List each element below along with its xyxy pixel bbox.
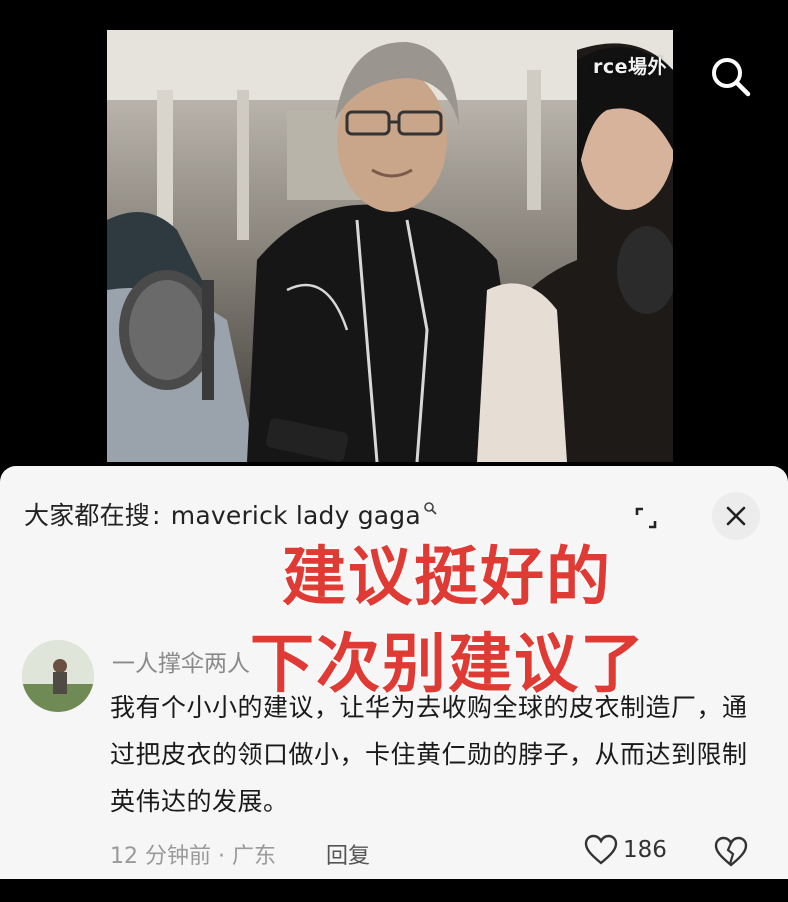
expand-button[interactable] — [624, 496, 668, 540]
close-button[interactable] — [712, 492, 760, 540]
expand-icon — [635, 507, 657, 529]
close-icon — [726, 506, 746, 526]
small-search-icon — [424, 502, 437, 515]
heart-icon — [584, 834, 618, 865]
like-count: 186 — [623, 837, 667, 863]
search-icon — [712, 58, 751, 97]
trending-separator: : — [152, 501, 161, 530]
avatar[interactable] — [22, 640, 94, 712]
video-still — [107, 30, 673, 462]
reply-button[interactable]: 回复 — [326, 838, 370, 870]
overlay-caption-line1: 建议挺好的 — [282, 541, 612, 615]
dislike-button[interactable] — [714, 835, 748, 869]
comment-meta: 12 分钟前 · 广东 — [110, 844, 276, 869]
bottom-strip — [0, 879, 788, 902]
comment-text: 我有个小小的建议，让华为去收购全球的皮衣制造厂，通过把皮衣的领口做小，卡住黄仁勋… — [110, 693, 748, 816]
comment-panel: 大家都在搜: maverick lady gaga 建议挺好的 下次别建议了 一… — [0, 466, 788, 879]
comment-username[interactable]: 一人撑伞两人 — [112, 644, 250, 678]
search-button[interactable] — [706, 52, 754, 100]
avatar-image — [22, 640, 94, 712]
like-button[interactable]: 186 — [584, 834, 667, 866]
broken-heart-icon — [714, 836, 748, 867]
trending-label: 大家都在搜 — [24, 501, 151, 530]
video-frame[interactable]: rce場外 — [107, 30, 673, 462]
video-watermark: rce場外 — [592, 56, 667, 78]
